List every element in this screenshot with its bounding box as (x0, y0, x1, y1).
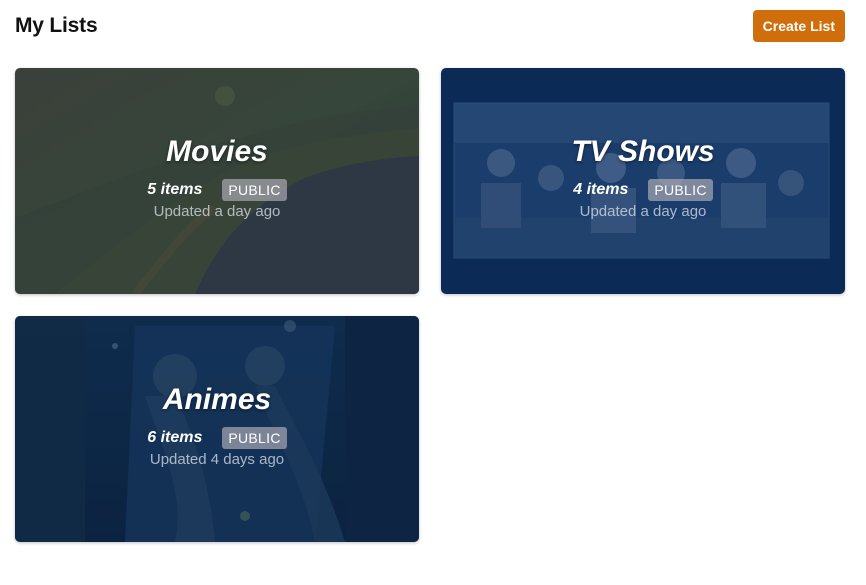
list-title: Animes (162, 382, 272, 416)
my-lists-page: My Lists Create List Movies 5 items PUBL… (0, 0, 866, 585)
page-title: My Lists (15, 14, 98, 37)
list-card-movies[interactable]: Movies 5 items PUBLIC Updated a day ago (15, 68, 419, 294)
visibility-badge: PUBLIC (648, 178, 713, 201)
tv-shows-card-overlay: TV Shows 4 items PUBLIC Updated a day ag… (441, 68, 845, 294)
updated-time: Updated 4 days ago (149, 450, 285, 468)
list-title: TV Shows (571, 134, 715, 168)
updated-time: Updated a day ago (153, 202, 281, 220)
header: My Lists Create List (15, 10, 845, 42)
item-count: 4 items (573, 180, 629, 198)
animes-card-overlay: Animes 6 items PUBLIC Updated 4 days ago (15, 316, 419, 542)
list-meta: 4 items PUBLIC (573, 178, 713, 201)
visibility-badge: PUBLIC (222, 178, 287, 201)
list-card-animes[interactable]: Animes 6 items PUBLIC Updated 4 days ago (15, 316, 419, 542)
item-count: 5 items (147, 180, 203, 198)
list-meta: 6 items PUBLIC (147, 426, 287, 449)
movies-card-overlay: Movies 5 items PUBLIC Updated a day ago (15, 68, 419, 294)
list-title: Movies (166, 134, 268, 168)
list-card-tv-shows[interactable]: TV Shows 4 items PUBLIC Updated a day ag… (441, 68, 845, 294)
visibility-badge: PUBLIC (222, 426, 287, 449)
updated-time: Updated a day ago (579, 202, 707, 220)
create-list-button[interactable]: Create List (752, 10, 845, 42)
item-count: 6 items (147, 428, 203, 446)
list-meta: 5 items PUBLIC (147, 178, 287, 201)
